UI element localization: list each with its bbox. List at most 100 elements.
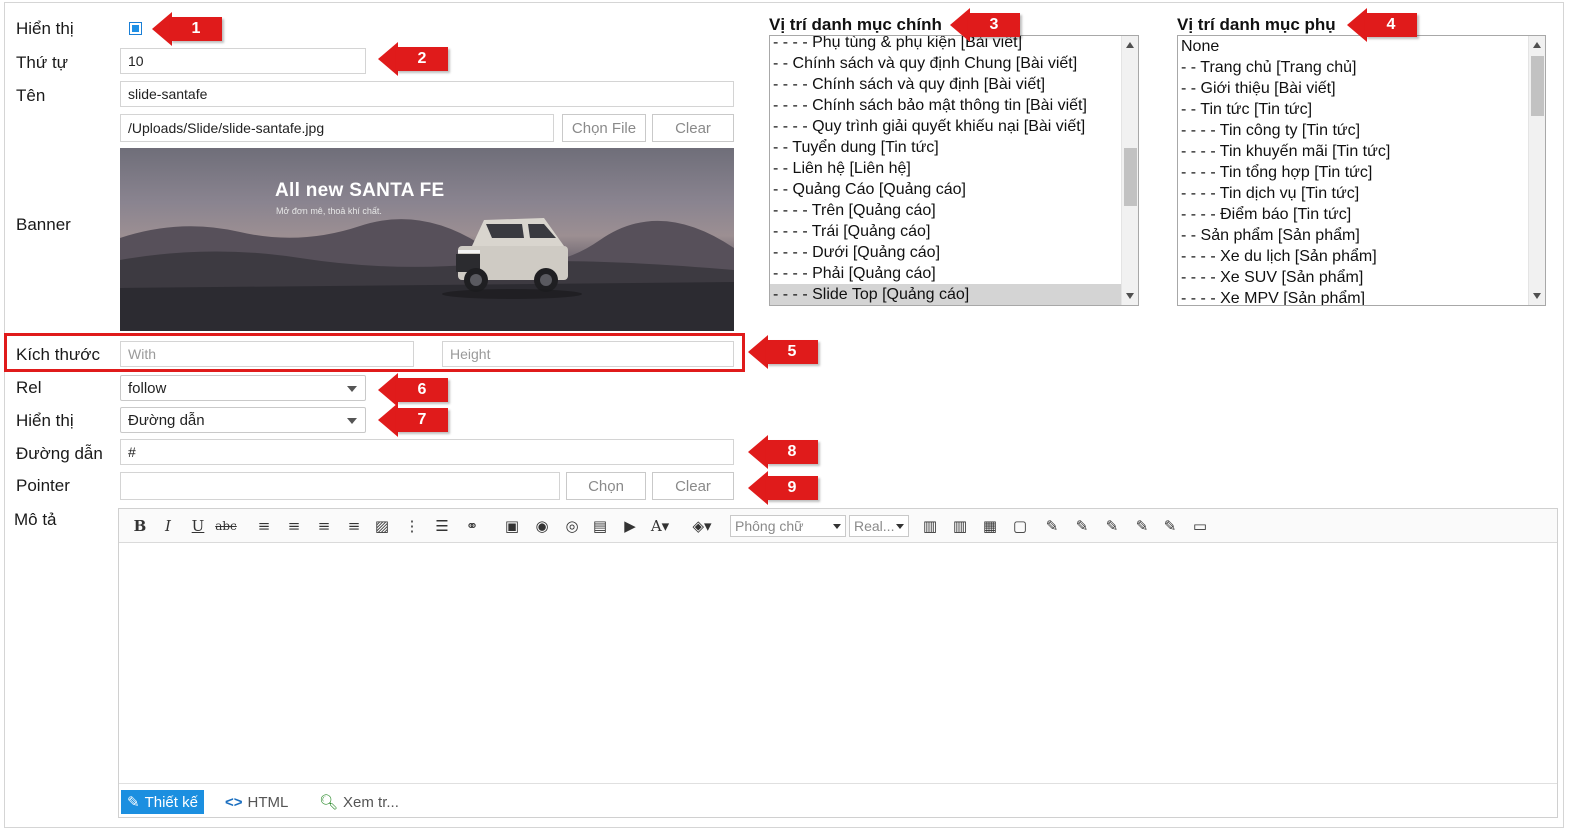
pointer-choose-button[interactable]: Chọn [566,472,646,500]
image-icon[interactable]: ▣ [501,516,523,536]
design-mode-tab[interactable]: ✎ Thiết kế [121,790,204,814]
fullscreen-icon[interactable]: ▭ [1189,516,1211,536]
main_category-option[interactable]: - - - - Dưới [Quảng cáo] [770,242,1121,263]
sub_category-option[interactable]: - - - - Tin dịch vụ [Tin tức] [1178,183,1528,204]
callout-badge: 6 [378,373,448,407]
align-left-icon[interactable]: ≡ [253,516,275,536]
code-icon: <> [225,793,243,811]
play-icon[interactable]: ▶ [619,516,641,536]
sub_category-option[interactable]: - - - - Tin công ty [Tin tức] [1178,120,1528,141]
clear-format-icon[interactable]: ▨ [371,516,393,536]
sub_category-option[interactable]: - - - - Điểm báo [Tin tức] [1178,204,1528,225]
hien-thi-label: Hiển thị [16,19,74,38]
sub_category-option[interactable]: - - Trang chủ [Trang chủ] [1178,57,1528,78]
font-size-select[interactable]: Real... [849,515,909,537]
hien-thi-checkbox[interactable] [129,22,142,35]
rel-label: Rel [16,378,42,397]
callout-badge: 5 [748,335,818,369]
justify-icon[interactable]: ≡ [343,516,365,536]
link-icon[interactable]: ⚭ [461,516,483,536]
file-path-input[interactable]: /Uploads/Slide/slide-santafe.jpg [120,114,554,142]
main_category-option[interactable]: - - - - Chính sách bảo mật thông tin [Bà… [770,95,1121,116]
paste-word-clean-icon[interactable]: ▥ [949,516,971,536]
flash-icon[interactable]: ◉ [531,516,553,536]
sub_category-option[interactable]: - - Sản phẩm [Sản phẩm] [1178,225,1528,246]
unordered-list-icon[interactable]: ☰ [431,516,453,536]
clean-span-icon[interactable]: ✎ [1131,516,1153,536]
font-family-select[interactable]: Phông chữ [730,515,846,537]
choose-file-button[interactable]: Chọn File [562,114,646,142]
clean-all-icon[interactable]: ✎ [1159,516,1181,536]
main_category-option[interactable]: - - Tuyển dung [Tin tức] [770,137,1121,158]
highlight-icon[interactable]: ◈▾ [691,516,713,536]
align-center-icon[interactable]: ≡ [283,516,305,536]
scroll-down-icon[interactable] [1533,293,1541,299]
pointer-clear-button[interactable]: Clear [652,472,734,500]
sub_category-option[interactable]: - - - - Xe MPV [Sản phẩm] [1178,288,1528,305]
sub-category-scrollbar[interactable] [1528,36,1545,305]
clear-file-button[interactable]: Clear [652,114,734,142]
scroll-up-icon[interactable] [1126,42,1134,48]
clean-html-icon[interactable]: ✎ [1041,516,1063,536]
thu-tu-input[interactable]: 10 [120,48,366,74]
main-category-title: Vị trí danh mục chính [769,15,942,34]
rel-select[interactable]: follow [120,375,366,401]
height-input[interactable]: Height [442,341,734,367]
main_category-option[interactable]: - - Quảng Cáo [Quảng cáo] [770,179,1121,200]
preview-mode-tab[interactable]: 🔍︎ Xem tr... [313,790,405,814]
scroll-thumb[interactable] [1531,56,1544,116]
main_category-option[interactable]: - - Liên hệ [Liên hệ] [770,158,1121,179]
ten-label: Tên [16,86,46,105]
width-input[interactable]: With [120,341,414,367]
pointer-input[interactable] [120,472,560,500]
main_category-option[interactable]: - - - - Trái [Quảng cáo] [770,221,1121,242]
main_category-option[interactable]: - - - - Quy trình giải quyết khiếu nại [… [770,116,1121,137]
main_category-option[interactable]: - - - - Phải [Quảng cáo] [770,263,1121,284]
italic-icon[interactable]: I [157,516,179,536]
sub_category-option[interactable]: - - Giới thiệu [Bài viết] [1178,78,1528,99]
editor-content-area[interactable] [119,543,1557,783]
sub_category-option[interactable]: - - - - Xe SUV [Sản phẩm] [1178,267,1528,288]
ten-input[interactable]: slide-santafe [120,81,734,107]
paste-word-icon[interactable]: ▥ [919,516,941,536]
hien-thi-type-label: Hiển thị [16,411,74,430]
document-icon[interactable]: ▤ [589,516,611,536]
chevron-down-icon [833,524,841,529]
main_category-option[interactable]: - - - - Chính sách và quy định [Bài viết… [770,74,1121,95]
editor-mode-bar: ✎ Thiết kế <> HTML 🔍︎ Xem tr... [119,783,1557,817]
main_category-option[interactable]: - - - - Phụ tùng & phụ kiện [Bài viết] [770,36,1121,53]
ordered-list-icon[interactable]: ⋮ [401,516,423,536]
paste-text-icon[interactable]: ▢ [1009,516,1031,536]
main_category-option[interactable]: - - - - Slide Top [Quảng cáo] [770,284,1121,305]
scroll-thumb[interactable] [1124,148,1137,206]
main_category-option[interactable]: - - - - Trên [Quảng cáo] [770,200,1121,221]
sub_category-option[interactable]: - - - - Tin khuyến mãi [Tin tức] [1178,141,1528,162]
clean-style-icon[interactable]: ✎ [1071,516,1093,536]
align-right-icon[interactable]: ≡ [313,516,335,536]
main_category-option[interactable]: - - Chính sách và quy định Chung [Bài vi… [770,53,1121,74]
sub_category-option[interactable]: - - - - Tin tổng hợp [Tin tức] [1178,162,1528,183]
hien-thi-type-select[interactable]: Đường dẫn [120,407,366,433]
banner-image: All new SANTA FE Mở đơn mê, thoả khí chấ… [120,148,734,331]
html-mode-label: HTML [247,793,289,811]
html-mode-tab[interactable]: <> HTML [219,790,294,814]
rich-text-editor: B I U abc ≡ ≡ ≡ ≡ ▨ ⋮ ☰ ⚭ ▣ ◉ ◎ ▤ ▶ A▾ ◈… [118,508,1558,818]
duong-dan-input[interactable]: # [120,439,734,465]
sub_category-option[interactable]: - - - - Xe du lịch [Sản phẩm] [1178,246,1528,267]
scroll-down-icon[interactable] [1126,293,1134,299]
clean-font-icon[interactable]: ✎ [1101,516,1123,536]
clipboard-icon[interactable]: ▦ [979,516,1001,536]
sub_category-option[interactable]: - - Tin tức [Tin tức] [1178,99,1528,120]
underline-icon[interactable]: U [187,516,209,536]
sub-category-listbox[interactable]: None - - Trang chủ [Trang chủ] - - Giới th… [1177,35,1546,306]
main-category-listbox[interactable]: - - - - Phụ tùng & phụ kiện [Bài viết] - … [769,35,1139,306]
media-icon[interactable]: ◎ [561,516,583,536]
rel-value: follow [128,379,167,397]
scroll-up-icon[interactable] [1533,42,1541,48]
bold-icon[interactable]: B [129,516,151,536]
callout-badge: 4 [1347,8,1417,42]
strikethrough-icon[interactable]: abc [215,516,237,536]
main-category-scrollbar[interactable] [1121,36,1138,305]
callout-badge: 7 [378,403,448,437]
font-color-icon[interactable]: A▾ [649,516,671,536]
